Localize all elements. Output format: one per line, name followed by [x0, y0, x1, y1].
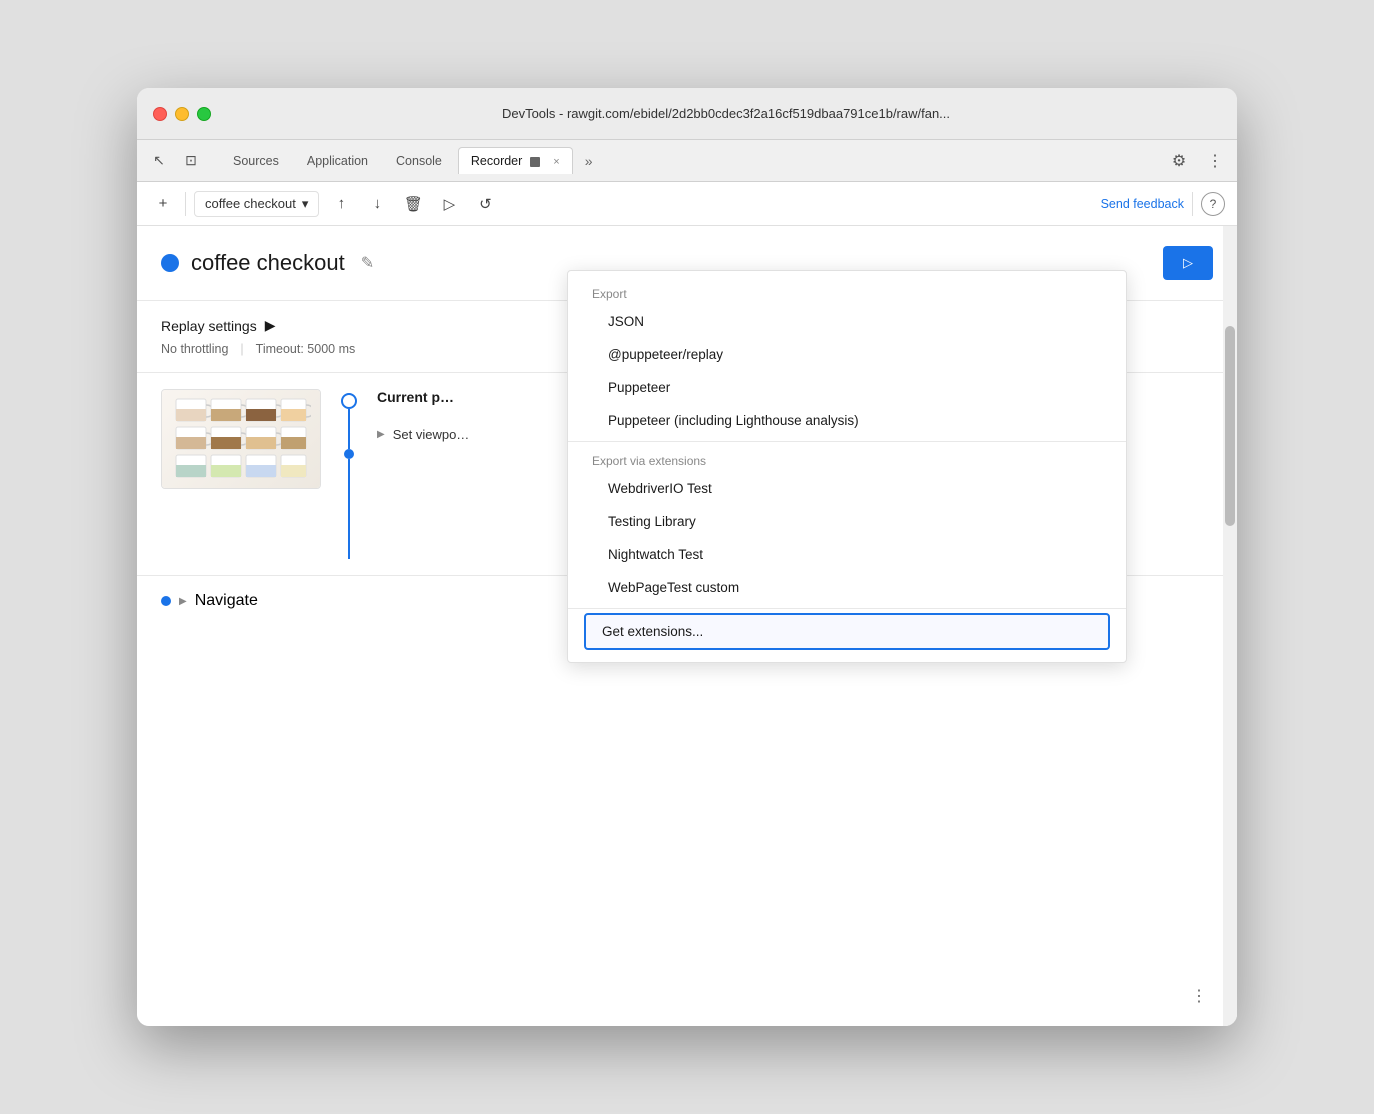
tab-close-icon[interactable]: ×: [553, 156, 559, 168]
export-webdriverio-item[interactable]: WebdriverIO Test: [568, 472, 1126, 505]
help-button[interactable]: ?: [1201, 192, 1225, 216]
export-puppeteer-lighthouse-item[interactable]: Puppeteer (including Lighthouse analysis…: [568, 404, 1126, 437]
window-title: DevTools - rawgit.com/ebidel/2d2bb0cdec3…: [231, 106, 1221, 121]
selected-recording-name: coffee checkout: [205, 196, 296, 211]
import-button[interactable]: ↓: [363, 190, 391, 218]
export-testing-library-item[interactable]: Testing Library: [568, 505, 1126, 538]
dropdown-divider: [568, 441, 1126, 442]
export-section-label: Export: [568, 279, 1126, 305]
export-nightwatch-item[interactable]: Nightwatch Test: [568, 538, 1126, 571]
panels-icon[interactable]: ⊡: [177, 147, 205, 175]
dropdown-overlay: Export JSON @puppeteer/replay Puppeteer …: [137, 270, 1237, 1026]
recording-selector[interactable]: coffee checkout ▾: [194, 191, 319, 217]
traffic-lights: [153, 107, 211, 121]
recorder-panel: coffee checkout ✎ ▷ Replay settings ▶ No…: [137, 226, 1237, 1026]
tab-settings-area: ⚙ ⋮: [1165, 147, 1229, 175]
more-menu-icon[interactable]: ⋮: [1201, 147, 1229, 175]
replay-button[interactable]: ↺: [471, 190, 499, 218]
tab-application[interactable]: Application: [295, 148, 380, 174]
tab-sources[interactable]: Sources: [221, 148, 291, 174]
export-extensions-label: Export via extensions: [568, 446, 1126, 472]
add-recording-button[interactable]: +: [149, 190, 177, 218]
delete-button[interactable]: 🗑: [399, 190, 427, 218]
fullscreen-button[interactable]: [197, 107, 211, 121]
toolbar: + coffee checkout ▾ ↑ ↓ 🗑 ▷ ↺ Send feedb…: [137, 182, 1237, 226]
export-button[interactable]: ↑: [327, 190, 355, 218]
export-dropdown-menu: Export JSON @puppeteer/replay Puppeteer …: [567, 270, 1127, 663]
export-json-item[interactable]: JSON: [568, 305, 1126, 338]
get-extensions-button[interactable]: Get extensions...: [584, 613, 1110, 650]
tab-recorder[interactable]: Recorder ×: [458, 147, 573, 174]
main-content: coffee checkout ✎ ▷ Replay settings ▶ No…: [137, 226, 1237, 1026]
export-webpagetest-item[interactable]: WebPageTest custom: [568, 571, 1126, 604]
tab-console[interactable]: Console: [384, 148, 454, 174]
toolbar-divider: [185, 192, 186, 216]
chevron-down-icon: ▾: [302, 196, 309, 212]
toolbar-divider-2: [1192, 192, 1193, 216]
send-feedback-link[interactable]: Send feedback: [1101, 197, 1184, 211]
cursor-icon[interactable]: ↖: [145, 147, 173, 175]
recorder-icon: [530, 157, 540, 167]
tab-bar: ↖ ⊡ Sources Application Console Recorder…: [137, 140, 1237, 182]
tab-more-button[interactable]: »: [577, 149, 601, 173]
minimize-button[interactable]: [175, 107, 189, 121]
export-puppeteer-item[interactable]: Puppeteer: [568, 371, 1126, 404]
dropdown-divider-2: [568, 608, 1126, 609]
export-puppeteer-replay-item[interactable]: @puppeteer/replay: [568, 338, 1126, 371]
devtools-window: DevTools - rawgit.com/ebidel/2d2bb0cdec3…: [137, 88, 1237, 1026]
close-button[interactable]: [153, 107, 167, 121]
tab-nav-icons: ↖ ⊡: [145, 147, 205, 175]
play-button[interactable]: ▷: [435, 190, 463, 218]
gear-icon[interactable]: ⚙: [1165, 147, 1193, 175]
title-bar: DevTools - rawgit.com/ebidel/2d2bb0cdec3…: [137, 88, 1237, 140]
